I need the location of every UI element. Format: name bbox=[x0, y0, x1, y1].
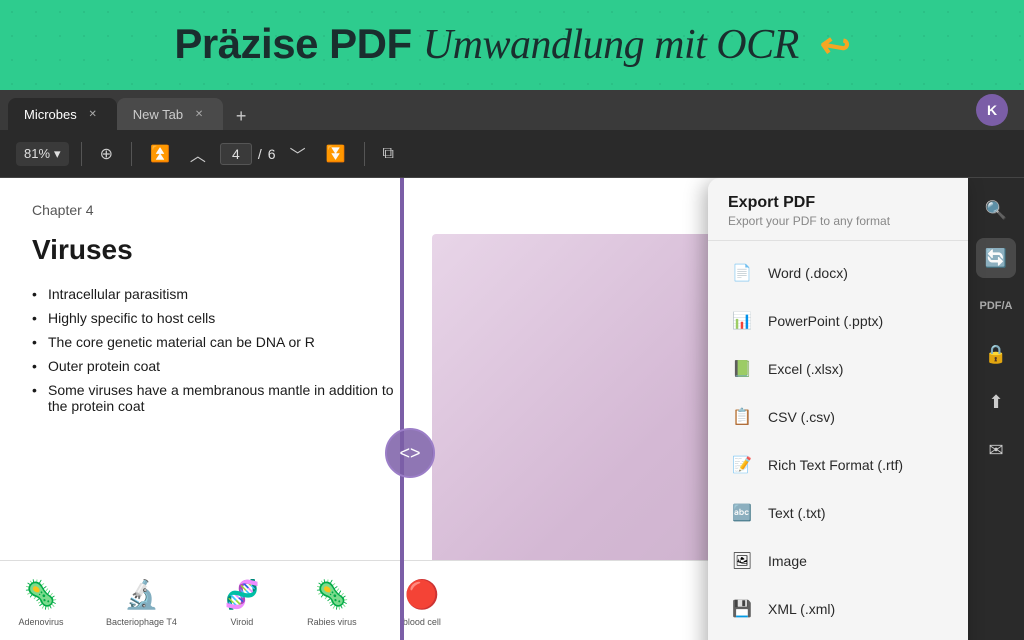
page-input[interactable] bbox=[220, 143, 252, 165]
micro-label: Viroid bbox=[230, 617, 253, 627]
tab-microbes-label: Microbes bbox=[24, 107, 77, 122]
micro-image: 🔴 bbox=[397, 575, 447, 615]
powerpoint-label: PowerPoint (.pptx) bbox=[768, 313, 883, 329]
last-page-button[interactable]: ⏬ bbox=[320, 140, 352, 168]
export-title: Export PDF bbox=[728, 194, 948, 212]
micro-item: 🧬 Viroid bbox=[217, 575, 267, 627]
rtf-icon: 📝 bbox=[728, 451, 756, 479]
excel-icon: 📗 bbox=[728, 355, 756, 383]
new-tab-button[interactable]: + bbox=[227, 102, 255, 130]
xml-label: XML (.xml) bbox=[768, 601, 835, 617]
txt-label: Text (.txt) bbox=[768, 505, 826, 521]
banner-prefix: Präzise PDF bbox=[174, 20, 422, 67]
zoom-value: 81% bbox=[24, 146, 50, 161]
micro-label: Bacteriophage T4 bbox=[106, 617, 177, 627]
powerpoint-icon: 📊 bbox=[728, 307, 756, 335]
txt-icon: 🔤 bbox=[728, 499, 756, 527]
sidebar-share-button[interactable]: ⬆ bbox=[976, 382, 1016, 422]
purple-bar bbox=[400, 178, 404, 640]
csv-icon: 📋 bbox=[728, 403, 756, 431]
image-label: Image bbox=[768, 553, 807, 569]
micro-item: 🦠 Rabies virus bbox=[307, 575, 357, 627]
export-item-image[interactable]: 🖼 Image bbox=[708, 537, 968, 585]
bullet-item: The core genetic material can be DNA or … bbox=[32, 334, 412, 350]
sidebar-convert-button[interactable]: 🔄 bbox=[976, 238, 1016, 278]
word-label: Word (.docx) bbox=[768, 265, 848, 281]
micro-image: 🦠 bbox=[307, 575, 357, 615]
tab-bar: Microbes ✕ New Tab ✕ + K bbox=[0, 90, 1024, 130]
micro-image: 🦠 bbox=[16, 575, 66, 615]
right-sidebar: 🔍 🔄 PDF/A 🔒 ⬆ ✉ bbox=[968, 178, 1024, 640]
micro-label: blood cell bbox=[403, 617, 441, 627]
export-item-txt[interactable]: 🔤 Text (.txt) bbox=[708, 489, 968, 537]
micro-item: 🔴 blood cell bbox=[397, 575, 447, 627]
top-banner: Präzise PDF Umwandlung mit OCR ↩ bbox=[0, 0, 1024, 88]
export-item-html[interactable]: 🌐HTML (.htm) bbox=[708, 633, 968, 640]
page-nav: / 6 bbox=[220, 143, 276, 165]
tab-new[interactable]: New Tab ✕ bbox=[117, 98, 223, 130]
browser: Microbes ✕ New Tab ✕ + K 81% ▾ ⊕ ⏫ ︿ / 6… bbox=[0, 90, 1024, 640]
export-subtitle: Export your PDF to any format bbox=[728, 214, 948, 228]
next-page-button[interactable]: ﹀ bbox=[284, 138, 312, 170]
section-title: Viruses bbox=[32, 234, 412, 266]
user-avatar[interactable]: K bbox=[976, 94, 1008, 126]
export-item-excel[interactable]: 📗 Excel (.xlsx) bbox=[708, 345, 968, 393]
export-item-rtf[interactable]: 📝 Rich Text Format (.rtf) bbox=[708, 441, 968, 489]
zoom-control[interactable]: 81% ▾ bbox=[16, 142, 69, 166]
micro-label: Adenovirus bbox=[18, 617, 63, 627]
excel-label: Excel (.xlsx) bbox=[768, 361, 843, 377]
toolbar: 81% ▾ ⊕ ⏫ ︿ / 6 ﹀ ⏬ ⧉ bbox=[0, 130, 1024, 178]
page-total: 6 bbox=[268, 146, 276, 162]
zoom-dropdown-icon: ▾ bbox=[54, 146, 61, 162]
bullet-item: Outer protein coat bbox=[32, 358, 412, 374]
export-item-word[interactable]: 📄 Word (.docx) bbox=[708, 249, 968, 297]
separator-1 bbox=[81, 142, 82, 166]
tab-microbes-close[interactable]: ✕ bbox=[85, 106, 101, 122]
add-page-button[interactable]: ⊕ bbox=[94, 140, 119, 168]
bullet-item: Highly specific to host cells bbox=[32, 310, 412, 326]
tab-new-label: New Tab bbox=[133, 107, 183, 122]
export-items-list: 📄 Word (.docx) 📊 PowerPoint (.pptx) 📗 Excel (… bbox=[708, 241, 968, 640]
code-icon: <> bbox=[399, 443, 420, 464]
rtf-label: Rich Text Format (.rtf) bbox=[768, 457, 903, 473]
bullet-item: Intracellular parasitism bbox=[32, 286, 412, 302]
export-item-xml[interactable]: 💾 XML (.xml) bbox=[708, 585, 968, 633]
tab-new-close[interactable]: ✕ bbox=[191, 106, 207, 122]
sidebar-search-button[interactable]: 🔍 bbox=[976, 190, 1016, 230]
xml-icon: 💾 bbox=[728, 595, 756, 623]
micro-label: Rabies virus bbox=[307, 617, 357, 627]
tab-microbes[interactable]: Microbes ✕ bbox=[8, 98, 117, 130]
separator-3 bbox=[364, 142, 365, 166]
separator-2 bbox=[131, 142, 132, 166]
export-panel: Export PDF Export your PDF to any format… bbox=[708, 178, 968, 640]
csv-label: CSV (.csv) bbox=[768, 409, 835, 425]
micro-image: 🔬 bbox=[116, 575, 166, 615]
image-icon: 🖼 bbox=[728, 547, 756, 575]
word-icon: 📄 bbox=[728, 259, 756, 287]
sidebar-pdfa-button[interactable]: PDF/A bbox=[976, 286, 1016, 326]
sidebar-email-button[interactable]: ✉ bbox=[976, 430, 1016, 470]
export-header: Export PDF Export your PDF to any format bbox=[708, 178, 968, 241]
export-item-powerpoint[interactable]: 📊 PowerPoint (.pptx) bbox=[708, 297, 968, 345]
code-nav-button[interactable]: <> bbox=[385, 428, 435, 478]
micro-item: 🦠 Adenovirus bbox=[16, 575, 66, 627]
bullet-item: Some viruses have a membranous mantle in… bbox=[32, 382, 412, 414]
banner-text: Präzise PDF Umwandlung mit OCR ↩ bbox=[174, 20, 849, 69]
first-page-button[interactable]: ⏫ bbox=[144, 140, 176, 168]
page-separator: / bbox=[258, 146, 262, 162]
bullet-list: Intracellular parasitism Highly specific … bbox=[32, 286, 412, 414]
arrow-icon: ↩ bbox=[817, 22, 854, 69]
banner-italic: Umwandlung mit OCR bbox=[423, 22, 799, 68]
sidebar-lock-button[interactable]: 🔒 bbox=[976, 334, 1016, 374]
prev-page-button[interactable]: ︿ bbox=[184, 138, 212, 170]
fullscreen-button[interactable]: ⧉ bbox=[377, 141, 400, 167]
micro-image: 🧬 bbox=[217, 575, 267, 615]
micro-item: 🔬 Bacteriophage T4 bbox=[106, 575, 177, 627]
main-area: Chapter 4 Viruses Intracellular parasiti… bbox=[0, 178, 1024, 640]
export-item-csv[interactable]: 📋 CSV (.csv) bbox=[708, 393, 968, 441]
